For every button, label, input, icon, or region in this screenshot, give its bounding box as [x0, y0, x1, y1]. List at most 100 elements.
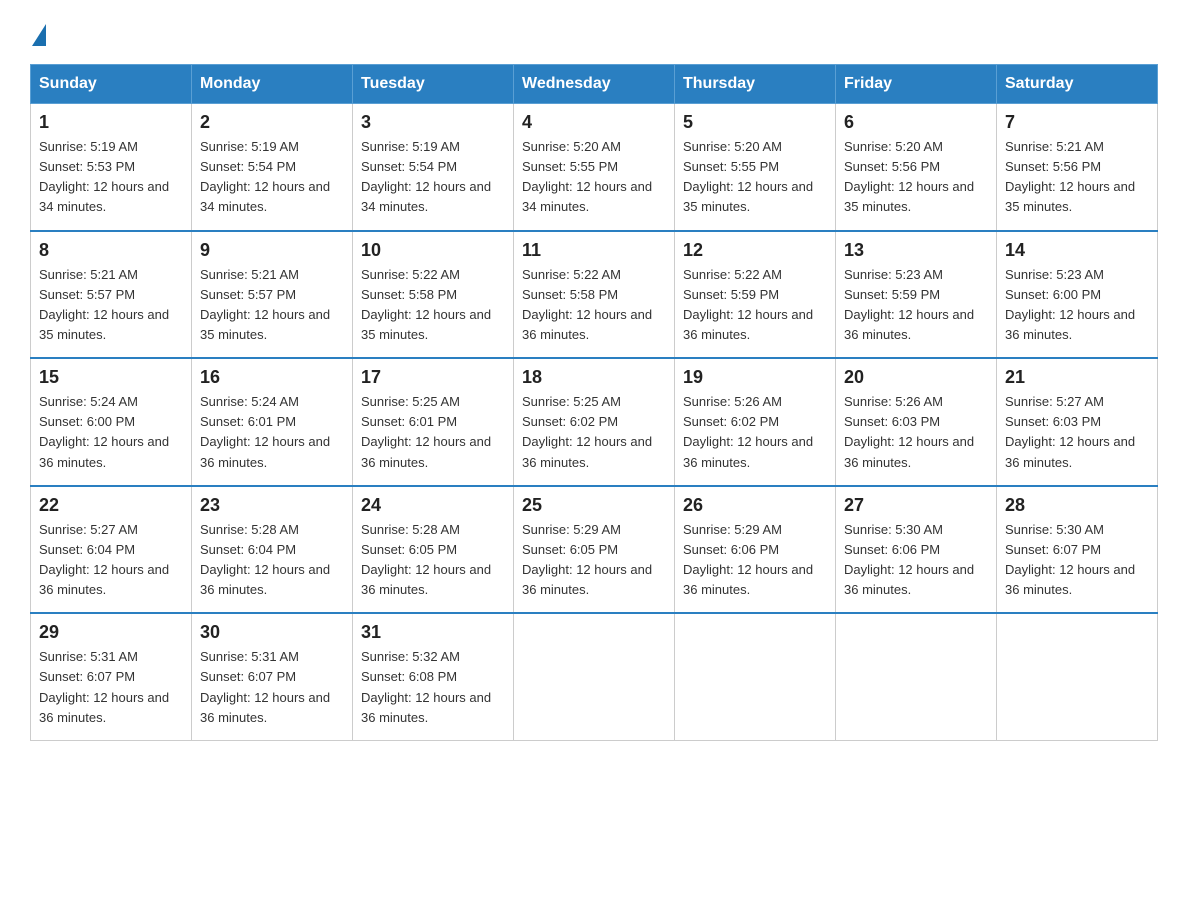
calendar-day-cell: 15 Sunrise: 5:24 AM Sunset: 6:00 PM Dayl… — [31, 358, 192, 486]
calendar-week-row: 15 Sunrise: 5:24 AM Sunset: 6:00 PM Dayl… — [31, 358, 1158, 486]
calendar-day-cell: 25 Sunrise: 5:29 AM Sunset: 6:05 PM Dayl… — [514, 486, 675, 614]
day-info: Sunrise: 5:27 AM Sunset: 6:03 PM Dayligh… — [1005, 392, 1149, 473]
calendar-day-cell — [997, 613, 1158, 740]
day-info: Sunrise: 5:22 AM Sunset: 5:58 PM Dayligh… — [361, 265, 505, 346]
day-number: 5 — [683, 112, 827, 133]
calendar-day-cell — [514, 613, 675, 740]
day-info: Sunrise: 5:32 AM Sunset: 6:08 PM Dayligh… — [361, 647, 505, 728]
day-number: 6 — [844, 112, 988, 133]
calendar-week-row: 22 Sunrise: 5:27 AM Sunset: 6:04 PM Dayl… — [31, 486, 1158, 614]
day-number: 9 — [200, 240, 344, 261]
day-number: 13 — [844, 240, 988, 261]
calendar-day-cell: 9 Sunrise: 5:21 AM Sunset: 5:57 PM Dayli… — [192, 231, 353, 359]
calendar-day-cell: 28 Sunrise: 5:30 AM Sunset: 6:07 PM Dayl… — [997, 486, 1158, 614]
calendar-day-cell: 30 Sunrise: 5:31 AM Sunset: 6:07 PM Dayl… — [192, 613, 353, 740]
column-header-monday: Monday — [192, 65, 353, 104]
day-number: 2 — [200, 112, 344, 133]
day-number: 31 — [361, 622, 505, 643]
day-number: 8 — [39, 240, 183, 261]
day-info: Sunrise: 5:31 AM Sunset: 6:07 PM Dayligh… — [39, 647, 183, 728]
day-number: 28 — [1005, 495, 1149, 516]
column-header-friday: Friday — [836, 65, 997, 104]
day-info: Sunrise: 5:21 AM Sunset: 5:57 PM Dayligh… — [39, 265, 183, 346]
day-info: Sunrise: 5:19 AM Sunset: 5:53 PM Dayligh… — [39, 137, 183, 218]
column-header-tuesday: Tuesday — [353, 65, 514, 104]
calendar-day-cell: 1 Sunrise: 5:19 AM Sunset: 5:53 PM Dayli… — [31, 104, 192, 231]
calendar-week-row: 1 Sunrise: 5:19 AM Sunset: 5:53 PM Dayli… — [31, 104, 1158, 231]
calendar-day-cell: 3 Sunrise: 5:19 AM Sunset: 5:54 PM Dayli… — [353, 104, 514, 231]
day-info: Sunrise: 5:30 AM Sunset: 6:07 PM Dayligh… — [1005, 520, 1149, 601]
day-number: 26 — [683, 495, 827, 516]
day-info: Sunrise: 5:27 AM Sunset: 6:04 PM Dayligh… — [39, 520, 183, 601]
day-info: Sunrise: 5:24 AM Sunset: 6:01 PM Dayligh… — [200, 392, 344, 473]
calendar-day-cell: 4 Sunrise: 5:20 AM Sunset: 5:55 PM Dayli… — [514, 104, 675, 231]
day-info: Sunrise: 5:29 AM Sunset: 6:05 PM Dayligh… — [522, 520, 666, 601]
logo-triangle-icon — [32, 24, 46, 46]
column-header-saturday: Saturday — [997, 65, 1158, 104]
day-number: 19 — [683, 367, 827, 388]
day-info: Sunrise: 5:26 AM Sunset: 6:03 PM Dayligh… — [844, 392, 988, 473]
calendar-day-cell: 26 Sunrise: 5:29 AM Sunset: 6:06 PM Dayl… — [675, 486, 836, 614]
day-info: Sunrise: 5:25 AM Sunset: 6:02 PM Dayligh… — [522, 392, 666, 473]
day-number: 1 — [39, 112, 183, 133]
day-info: Sunrise: 5:24 AM Sunset: 6:00 PM Dayligh… — [39, 392, 183, 473]
day-number: 21 — [1005, 367, 1149, 388]
calendar-day-cell: 29 Sunrise: 5:31 AM Sunset: 6:07 PM Dayl… — [31, 613, 192, 740]
day-info: Sunrise: 5:21 AM Sunset: 5:57 PM Dayligh… — [200, 265, 344, 346]
calendar-header-row: SundayMondayTuesdayWednesdayThursdayFrid… — [31, 65, 1158, 104]
day-number: 20 — [844, 367, 988, 388]
day-info: Sunrise: 5:20 AM Sunset: 5:56 PM Dayligh… — [844, 137, 988, 218]
day-number: 16 — [200, 367, 344, 388]
day-info: Sunrise: 5:19 AM Sunset: 5:54 PM Dayligh… — [361, 137, 505, 218]
day-info: Sunrise: 5:20 AM Sunset: 5:55 PM Dayligh… — [522, 137, 666, 218]
day-info: Sunrise: 5:26 AM Sunset: 6:02 PM Dayligh… — [683, 392, 827, 473]
day-info: Sunrise: 5:23 AM Sunset: 6:00 PM Dayligh… — [1005, 265, 1149, 346]
day-info: Sunrise: 5:28 AM Sunset: 6:05 PM Dayligh… — [361, 520, 505, 601]
calendar-day-cell: 17 Sunrise: 5:25 AM Sunset: 6:01 PM Dayl… — [353, 358, 514, 486]
calendar-day-cell: 31 Sunrise: 5:32 AM Sunset: 6:08 PM Dayl… — [353, 613, 514, 740]
calendar-day-cell: 6 Sunrise: 5:20 AM Sunset: 5:56 PM Dayli… — [836, 104, 997, 231]
day-info: Sunrise: 5:21 AM Sunset: 5:56 PM Dayligh… — [1005, 137, 1149, 218]
calendar-day-cell: 8 Sunrise: 5:21 AM Sunset: 5:57 PM Dayli… — [31, 231, 192, 359]
day-number: 10 — [361, 240, 505, 261]
day-info: Sunrise: 5:22 AM Sunset: 5:59 PM Dayligh… — [683, 265, 827, 346]
column-header-wednesday: Wednesday — [514, 65, 675, 104]
calendar-day-cell: 10 Sunrise: 5:22 AM Sunset: 5:58 PM Dayl… — [353, 231, 514, 359]
calendar-day-cell: 19 Sunrise: 5:26 AM Sunset: 6:02 PM Dayl… — [675, 358, 836, 486]
calendar-day-cell: 22 Sunrise: 5:27 AM Sunset: 6:04 PM Dayl… — [31, 486, 192, 614]
calendar-day-cell — [675, 613, 836, 740]
day-info: Sunrise: 5:30 AM Sunset: 6:06 PM Dayligh… — [844, 520, 988, 601]
day-number: 17 — [361, 367, 505, 388]
day-number: 14 — [1005, 240, 1149, 261]
calendar-day-cell: 16 Sunrise: 5:24 AM Sunset: 6:01 PM Dayl… — [192, 358, 353, 486]
calendar-day-cell: 14 Sunrise: 5:23 AM Sunset: 6:00 PM Dayl… — [997, 231, 1158, 359]
day-number: 23 — [200, 495, 344, 516]
day-number: 27 — [844, 495, 988, 516]
day-number: 11 — [522, 240, 666, 261]
calendar-day-cell: 20 Sunrise: 5:26 AM Sunset: 6:03 PM Dayl… — [836, 358, 997, 486]
calendar-day-cell: 13 Sunrise: 5:23 AM Sunset: 5:59 PM Dayl… — [836, 231, 997, 359]
calendar-day-cell: 21 Sunrise: 5:27 AM Sunset: 6:03 PM Dayl… — [997, 358, 1158, 486]
day-info: Sunrise: 5:31 AM Sunset: 6:07 PM Dayligh… — [200, 647, 344, 728]
day-number: 15 — [39, 367, 183, 388]
calendar-table: SundayMondayTuesdayWednesdayThursdayFrid… — [30, 64, 1158, 741]
day-number: 22 — [39, 495, 183, 516]
day-number: 12 — [683, 240, 827, 261]
day-info: Sunrise: 5:20 AM Sunset: 5:55 PM Dayligh… — [683, 137, 827, 218]
day-number: 3 — [361, 112, 505, 133]
calendar-day-cell: 12 Sunrise: 5:22 AM Sunset: 5:59 PM Dayl… — [675, 231, 836, 359]
calendar-day-cell — [836, 613, 997, 740]
day-number: 7 — [1005, 112, 1149, 133]
day-number: 24 — [361, 495, 505, 516]
calendar-day-cell: 18 Sunrise: 5:25 AM Sunset: 6:02 PM Dayl… — [514, 358, 675, 486]
day-info: Sunrise: 5:28 AM Sunset: 6:04 PM Dayligh… — [200, 520, 344, 601]
day-number: 4 — [522, 112, 666, 133]
day-number: 30 — [200, 622, 344, 643]
calendar-day-cell: 5 Sunrise: 5:20 AM Sunset: 5:55 PM Dayli… — [675, 104, 836, 231]
day-info: Sunrise: 5:22 AM Sunset: 5:58 PM Dayligh… — [522, 265, 666, 346]
calendar-day-cell: 23 Sunrise: 5:28 AM Sunset: 6:04 PM Dayl… — [192, 486, 353, 614]
day-info: Sunrise: 5:19 AM Sunset: 5:54 PM Dayligh… — [200, 137, 344, 218]
day-number: 18 — [522, 367, 666, 388]
day-info: Sunrise: 5:29 AM Sunset: 6:06 PM Dayligh… — [683, 520, 827, 601]
column-header-thursday: Thursday — [675, 65, 836, 104]
